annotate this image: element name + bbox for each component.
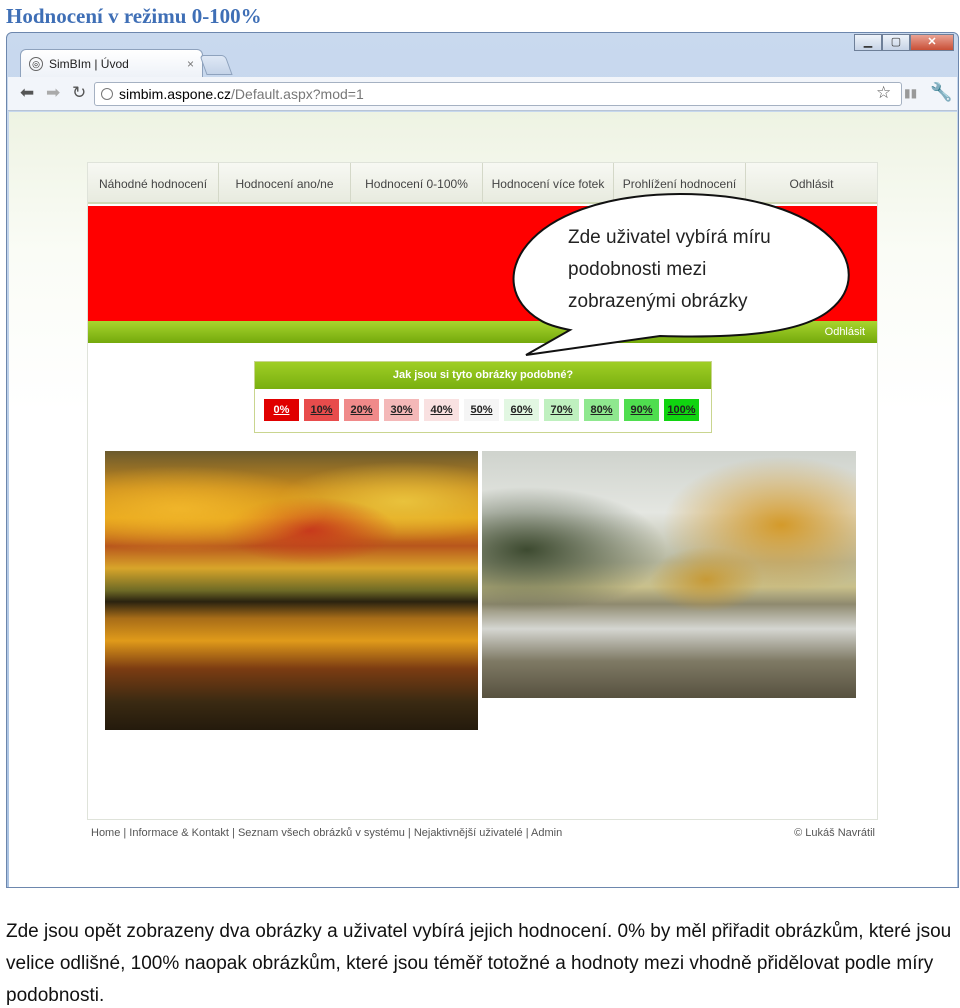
rating-button-100[interactable]: 100%: [664, 399, 699, 421]
rating-button-80[interactable]: 80%: [584, 399, 619, 421]
forward-icon[interactable]: ➡: [46, 83, 60, 103]
tab-close-icon[interactable]: ×: [187, 57, 194, 71]
minimize-icon[interactable]: ▁: [854, 34, 882, 51]
document-caption: Zde jsou opět zobrazeny dva obrázky a už…: [6, 921, 952, 1006]
menu-item-0-100[interactable]: Hodnocení 0-100%: [351, 163, 483, 204]
reload-icon[interactable]: ↻: [72, 83, 86, 103]
footer-links[interactable]: Home | Informace & Kontakt | Seznam všec…: [91, 827, 562, 839]
rating-options: 0% 10% 20% 30% 40% 50% 60% 70% 80% 90% 100%: [255, 389, 711, 421]
address-bar[interactable]: simbim.aspone.cz/Default.aspx?mod=1: [94, 82, 902, 106]
favicon-icon: ◎: [29, 56, 43, 71]
rating-button-40[interactable]: 40%: [424, 399, 459, 421]
new-tab-button[interactable]: [199, 55, 233, 75]
rating-button-50[interactable]: 50%: [464, 399, 499, 421]
photo-left: [105, 451, 478, 730]
rating-button-70[interactable]: 70%: [544, 399, 579, 421]
rating-button-90[interactable]: 90%: [624, 399, 659, 421]
rating-button-20[interactable]: 20%: [344, 399, 379, 421]
menu-item-yes-no[interactable]: Hodnocení ano/ne: [219, 163, 351, 204]
callout-line: zobrazenými obrázky: [568, 291, 748, 312]
close-window-icon[interactable]: ✕: [910, 34, 954, 51]
rating-question: Jak jsou si tyto obrázky podobné?: [255, 362, 711, 389]
signal-icon: ▮▮: [904, 86, 918, 100]
wrench-icon[interactable]: 🔧: [930, 82, 952, 103]
rating-panel: Jak jsou si tyto obrázky podobné? 0% 10% 2…: [254, 361, 712, 433]
callout-line: Zde uživatel vybírá míru: [568, 227, 771, 248]
rating-button-60[interactable]: 60%: [504, 399, 539, 421]
tab-title: SimBIm | Úvod: [49, 56, 129, 71]
menu-item-random-rating[interactable]: Náhodné hodnocení: [88, 163, 219, 204]
rating-button-10[interactable]: 10%: [304, 399, 339, 421]
rating-button-30[interactable]: 30%: [384, 399, 419, 421]
callout-line: podobnosti mezi: [568, 259, 707, 280]
url-host: simbim.aspone.cz: [119, 86, 232, 102]
url-path: /Default.aspx?mod=1: [231, 86, 364, 102]
back-icon[interactable]: ⬅: [20, 83, 34, 103]
bookmark-star-icon[interactable]: ☆: [876, 83, 891, 103]
page-info-icon[interactable]: [101, 88, 113, 100]
document-heading: Hodnocení v režimu 0-100%: [6, 4, 262, 28]
photo-right: [482, 451, 856, 698]
footer-copyright: © Lukáš Navrátil: [794, 827, 875, 839]
rating-button-0[interactable]: 0%: [264, 399, 299, 421]
window-controls: ▁ ▢ ✕: [854, 34, 954, 51]
maximize-icon[interactable]: ▢: [882, 34, 910, 51]
browser-tab[interactable]: ◎ SimBIm | Úvod ×: [20, 49, 203, 77]
callout-text: Zde uživatel vybírá míru podobnosti mezi…: [568, 222, 828, 318]
browser-toolbar: ⬅ ➡ ↻ simbim.aspone.cz/Default.aspx?mod=…: [8, 77, 957, 111]
browser-window: ▁ ▢ ✕ ◎ SimBIm | Úvod × ⬅ ➡ ↻ simbim.asp…: [6, 32, 959, 888]
